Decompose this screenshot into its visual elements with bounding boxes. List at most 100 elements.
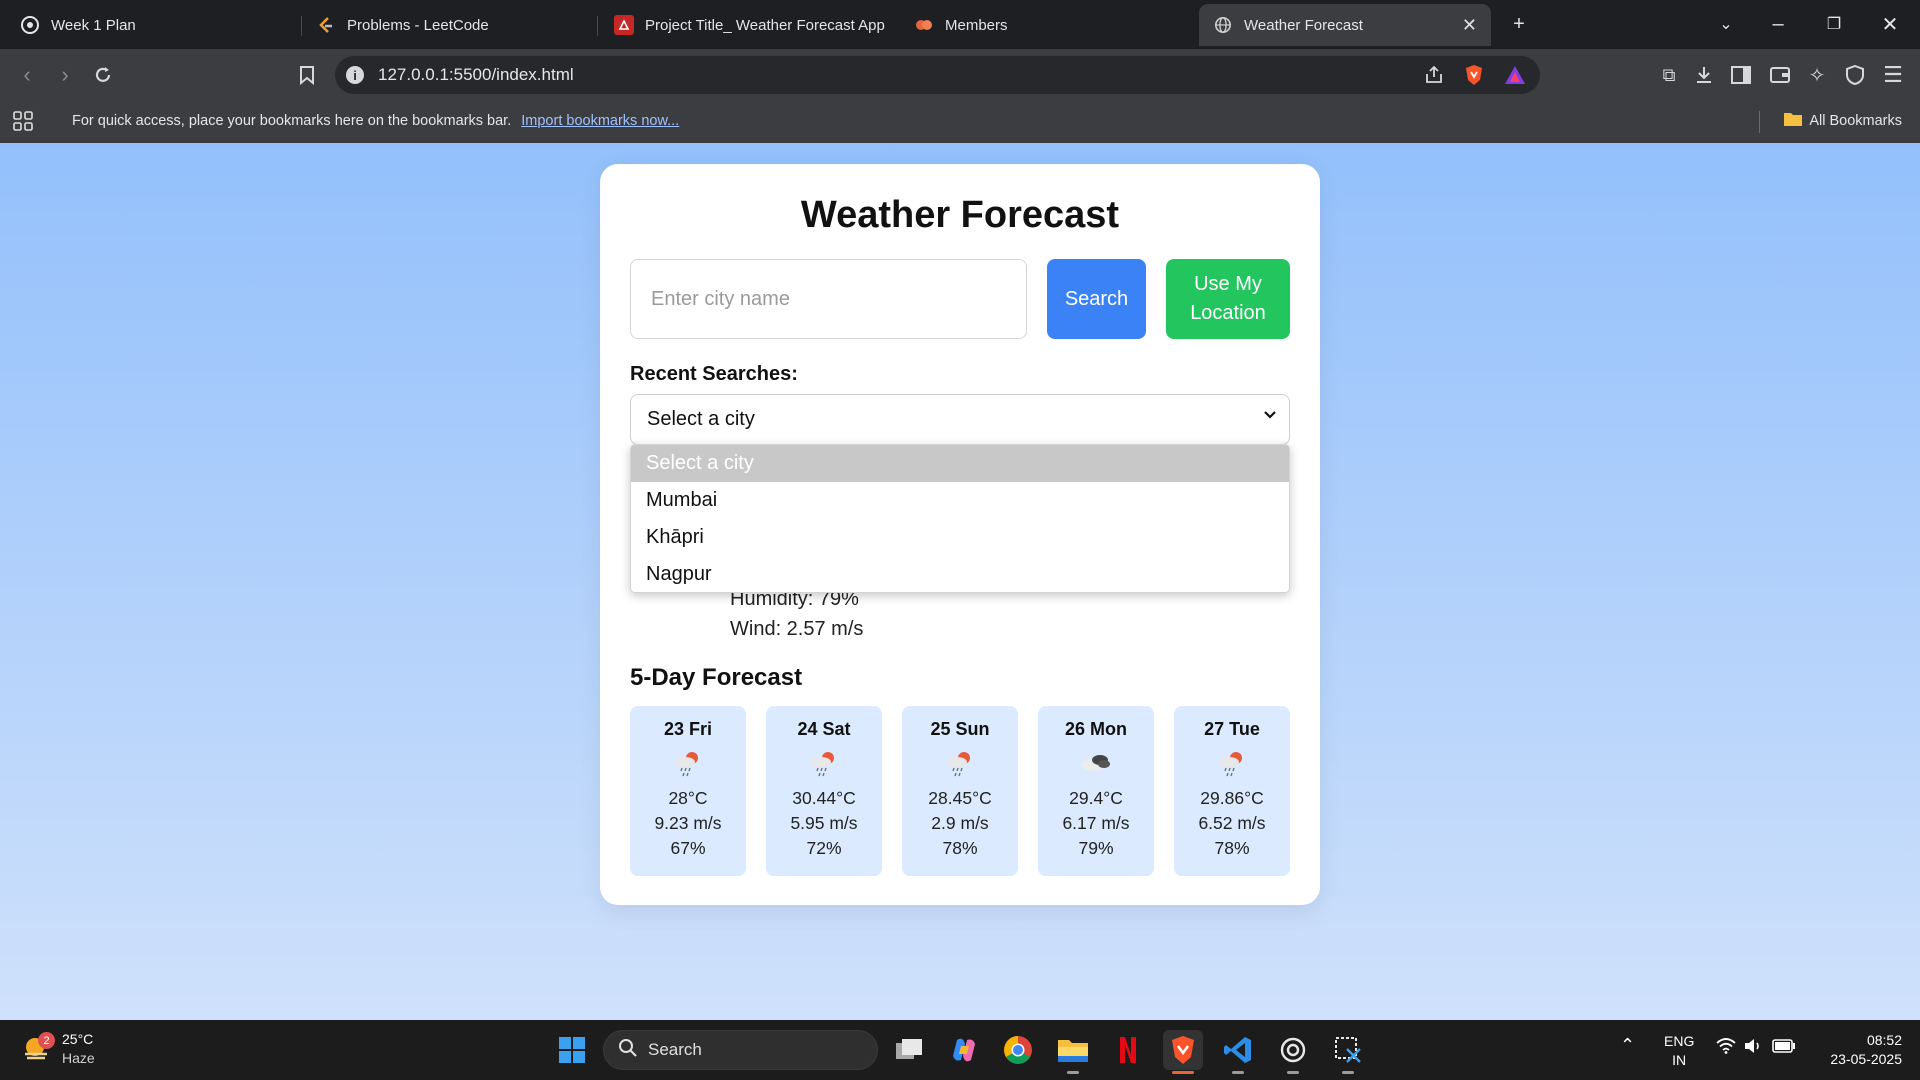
close-tab-icon[interactable]: ✕ [1462, 15, 1477, 36]
region-label: IN [1672, 1052, 1687, 1068]
forecast-wind: 9.23 m/s [654, 813, 722, 833]
tab-weather-forecast[interactable]: Weather Forecast ✕ [1199, 4, 1491, 46]
city-dropdown-list: Select a city Mumbai Khāpri Nagpur [630, 444, 1290, 593]
site-info-icon[interactable]: i [346, 66, 364, 84]
reload-icon[interactable] [86, 58, 120, 92]
vscode-icon[interactable] [1218, 1030, 1258, 1074]
weather-desc: Haze [62, 1050, 95, 1066]
clock[interactable]: 08:52 23-05-2025 [1812, 1031, 1902, 1069]
taskbar-search-label: Search [648, 1040, 702, 1059]
forecast-day: 27 Tue [1204, 719, 1260, 739]
copilot-icon[interactable] [944, 1030, 984, 1070]
recent-searches-label: Recent Searches: [630, 363, 798, 385]
page-title: Weather Forecast [800, 194, 1120, 236]
tab-project-pdf[interactable]: Project Title_ Weather Forecast App [600, 4, 896, 46]
snipping-tool-icon[interactable] [1328, 1030, 1368, 1074]
chevron-down-icon [1263, 408, 1277, 427]
minimize-icon[interactable]: – [1760, 6, 1796, 42]
forward-icon[interactable]: › [48, 58, 82, 92]
tab-members[interactable]: Members [900, 4, 1196, 46]
language-label: ENG [1664, 1033, 1695, 1049]
city-search-input[interactable] [630, 259, 1027, 339]
forecast-card: 23 Fri 28°C 9.23 m/s 67% [630, 706, 746, 876]
tab-label: Project Title_ Weather Forecast App [645, 16, 885, 34]
select-value: Select a city [647, 408, 755, 430]
browser-tab-bar: Week 1 Plan Problems - LeetCode Project … [0, 0, 1920, 49]
clock-time: 08:52 [1866, 1032, 1902, 1048]
bookmarks-bar: For quick access, place your bookmarks h… [0, 101, 1920, 143]
dropdown-option[interactable]: Nagpur [631, 556, 1289, 592]
tab-week-1-plan[interactable]: Week 1 Plan [6, 4, 302, 46]
task-view-icon[interactable] [889, 1030, 929, 1070]
weather-temp: 25°C [62, 1031, 94, 1047]
brave-rewards-icon[interactable] [1504, 65, 1526, 90]
leo-ai-icon[interactable]: ✧ [1800, 58, 1834, 92]
forecast-wind: 6.17 m/s [1062, 813, 1130, 833]
recent-city-select[interactable]: Select a city [630, 394, 1290, 445]
all-bookmarks-label: All Bookmarks [1809, 113, 1902, 129]
forecast-temp: 29.86°C [1200, 788, 1264, 808]
pdf-icon [614, 15, 634, 35]
rain-cloud-icon [766, 740, 882, 786]
windows-start-icon[interactable] [552, 1030, 592, 1070]
file-explorer-icon[interactable] [1053, 1030, 1093, 1074]
taskbar-search-box[interactable]: Search [603, 1030, 878, 1070]
share-icon[interactable] [1424, 65, 1444, 89]
tab-leetcode[interactable]: Problems - LeetCode [302, 4, 598, 46]
current-wind: Wind: 2.57 m/s [730, 618, 864, 640]
forecast-wind: 2.9 m/s [931, 813, 989, 833]
netflix-icon[interactable] [1108, 1030, 1148, 1070]
haze-sun-icon: 2 [22, 1032, 55, 1064]
wifi-icon[interactable] [1716, 1038, 1736, 1059]
forecast-day: 25 Sun [930, 719, 990, 739]
dropdown-option[interactable]: Khāpri [631, 519, 1289, 556]
download-icon[interactable] [1687, 58, 1721, 92]
rain-cloud-icon [1174, 740, 1290, 786]
vpn-shield-icon[interactable] [1838, 58, 1872, 92]
notification-badge: 2 [38, 1032, 55, 1049]
forecast-wind: 5.95 m/s [790, 813, 858, 833]
all-bookmarks-button[interactable]: All Bookmarks [1783, 111, 1902, 131]
brave-browser-icon[interactable] [1163, 1030, 1203, 1074]
forecast-humidity: 79% [1078, 838, 1114, 858]
dropdown-option[interactable]: Select a city [631, 445, 1289, 482]
rain-cloud-icon [630, 740, 746, 786]
dropdown-option[interactable]: Mumbai [631, 482, 1289, 519]
use-my-location-button[interactable]: Use My Location [1166, 259, 1290, 339]
tab-label: Weather Forecast [1244, 16, 1363, 34]
sidebar-icon[interactable] [1724, 58, 1758, 92]
forecast-heading: 5-Day Forecast [630, 664, 803, 691]
volume-icon[interactable] [1744, 1038, 1762, 1059]
new-tab-button[interactable]: + [1501, 6, 1537, 42]
restore-icon[interactable]: ❐ [1816, 6, 1852, 42]
battery-icon[interactable] [1772, 1039, 1796, 1058]
tab-search-chevron-icon[interactable]: ⌄ [1708, 6, 1744, 42]
browser-toolbar: ‹ › i 127.0.0.1:5500/index.html ⧉ ✧ ☰ [0, 49, 1920, 101]
forecast-temp: 29.4°C [1069, 788, 1123, 808]
language-indicator[interactable]: ENG IN [1664, 1032, 1694, 1070]
back-icon[interactable]: ‹ [10, 58, 44, 92]
leetcode-icon [316, 15, 336, 35]
taskbar-weather-widget[interactable]: 2 25°C Haze [22, 1030, 95, 1068]
address-bar[interactable]: i 127.0.0.1:5500/index.html [335, 56, 1540, 94]
search-button[interactable]: Search [1047, 259, 1146, 339]
wallet-icon[interactable] [1763, 58, 1797, 92]
apps-grid-icon[interactable] [12, 110, 34, 136]
forecast-card: 24 Sat 30.44°C 5.95 m/s 72% [766, 706, 882, 876]
bookmarks-message: For quick access, place your bookmarks h… [72, 113, 512, 129]
show-hidden-icons-chevron[interactable]: ⌃ [1620, 1036, 1635, 1055]
globe-icon [1213, 15, 1233, 35]
forecast-temp: 28°C [668, 788, 708, 808]
forecast-humidity: 72% [806, 838, 842, 858]
chatgpt-icon[interactable] [1273, 1030, 1313, 1074]
extensions-icon[interactable]: ⧉ [1652, 58, 1686, 92]
chrome-icon[interactable] [998, 1030, 1038, 1070]
forecast-humidity: 78% [942, 838, 978, 858]
brave-shields-icon[interactable] [1464, 64, 1484, 91]
bookmark-icon[interactable] [290, 58, 324, 92]
menu-icon[interactable]: ☰ [1876, 58, 1910, 92]
tab-label: Week 1 Plan [51, 16, 136, 34]
close-window-icon[interactable]: ✕ [1872, 6, 1908, 42]
import-bookmarks-link[interactable]: Import bookmarks now... [521, 113, 679, 129]
forecast-day: 23 Fri [663, 719, 713, 739]
